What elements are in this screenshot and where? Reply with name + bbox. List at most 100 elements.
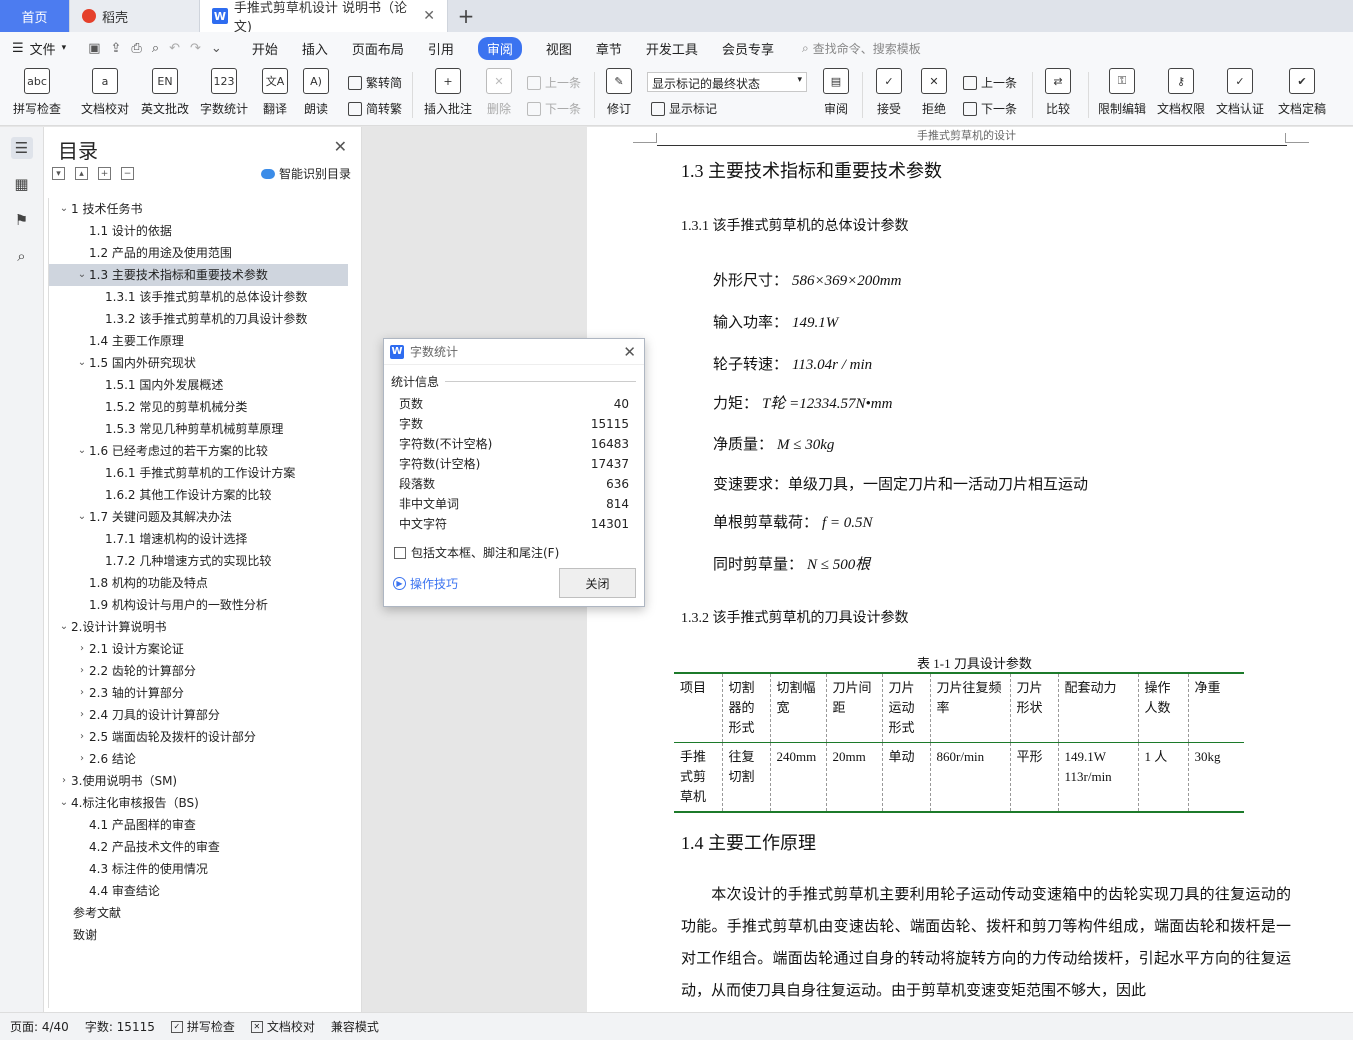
next-change-button[interactable]: 下一条	[963, 100, 1017, 117]
toc-item[interactable]: 1.5.1 国内外发展概述	[49, 374, 348, 396]
command-search[interactable]: ⌕ 查找命令、搜索模板	[802, 40, 921, 57]
toc-item[interactable]: 1.3.2 该手推式剪草机的刀具设计参数	[49, 308, 348, 330]
chevron-right-icon[interactable]: ›	[75, 638, 89, 660]
remove-heading-icon[interactable]: −	[121, 167, 134, 180]
more-icon[interactable]: ⌄	[211, 41, 222, 56]
chevron-right-icon[interactable]: ›	[75, 704, 89, 726]
toc-item[interactable]: › 3.使用说明书（SM)	[49, 770, 348, 792]
status-doc-proof[interactable]: ✕ 文档校对	[250, 1018, 315, 1035]
chevron-down-icon[interactable]: ⌄	[57, 198, 71, 220]
chevron-right-icon[interactable]: ›	[75, 682, 89, 704]
chevron-right-icon[interactable]: ›	[57, 770, 71, 792]
bookmark-icon[interactable]: ⚑	[11, 209, 33, 231]
print-icon[interactable]: ⎙	[131, 41, 141, 56]
page-indicator[interactable]: 页面: 4/40	[10, 1018, 69, 1035]
toc-item[interactable]: 1.5.3 常见几种剪草机械剪草原理	[49, 418, 348, 440]
toc-item[interactable]: 1.6.1 手推式剪草机的工作设计方案	[49, 462, 348, 484]
smart-toc-button[interactable]: 智能识别目录	[260, 165, 351, 182]
menu-references[interactable]: 引用	[428, 36, 454, 61]
include-textbox-checkbox[interactable]: 包括文本框、脚注和尾注(F)	[394, 544, 644, 561]
toc-item[interactable]: ⌄ 1.7 关键问题及其解决办法	[49, 506, 348, 528]
toc-item[interactable]: ⌄ 1.6 已经考虑过的若干方案的比较	[49, 440, 348, 462]
toc-item[interactable]: 4.1 产品图样的审查	[49, 814, 348, 836]
menu-review[interactable]: 审阅	[477, 36, 522, 60]
reject-button[interactable]: ✕ 拒绝	[903, 68, 965, 117]
tab-home[interactable]: 首页	[0, 0, 70, 32]
chevron-right-icon[interactable]: ›	[75, 748, 89, 770]
spell-check-button[interactable]: abc 拼写检查	[6, 68, 68, 117]
chapter-nav-icon[interactable]: ▦	[11, 173, 33, 195]
chevron-down-icon[interactable]: ⌄	[57, 616, 71, 638]
close-icon[interactable]: ✕	[334, 137, 347, 156]
track-changes-button[interactable]: ✎ 修订	[588, 68, 650, 117]
close-button[interactable]: 关闭	[559, 568, 636, 598]
previous-change-button[interactable]: 上一条	[963, 74, 1017, 91]
toc-item[interactable]: 1.1 设计的依据	[49, 220, 348, 242]
search-icon[interactable]: ⌕	[11, 245, 33, 267]
toc-item[interactable]: › 2.6 结论	[49, 748, 348, 770]
menu-developer[interactable]: 开发工具	[646, 36, 698, 61]
menu-view[interactable]: 视图	[546, 36, 572, 61]
toc-pane-icon[interactable]: ☰	[10, 137, 33, 159]
new-tab-button[interactable]: +	[448, 0, 484, 32]
toc-item[interactable]: 1.4 主要工作原理	[49, 330, 348, 352]
word-count-indicator[interactable]: 字数: 15115	[85, 1018, 155, 1035]
document-rights-button[interactable]: ⚷ 文档权限	[1150, 68, 1212, 117]
toc-item[interactable]: 4.3 标注件的使用情况	[49, 858, 348, 880]
next-comment-button[interactable]: 下一条	[527, 100, 581, 117]
chevron-down-icon[interactable]: ⌄	[75, 264, 89, 286]
compare-button[interactable]: ⇄ 比较	[1027, 68, 1089, 117]
expand-all-icon[interactable]: ▾	[52, 167, 65, 180]
chevron-down-icon[interactable]: ⌄	[75, 352, 89, 374]
read-aloud-button[interactable]: A) 朗读	[285, 68, 347, 117]
menu-insert[interactable]: 插入	[302, 36, 328, 61]
toc-item[interactable]: 4.4 审查结论	[49, 880, 348, 902]
toc-item[interactable]: › 2.5 端面齿轮及拨杆的设计部分	[49, 726, 348, 748]
toc-item[interactable]: ⌄ 2.设计计算说明书	[49, 616, 348, 638]
menu-page-layout[interactable]: 页面布局	[352, 36, 404, 61]
chevron-down-icon[interactable]: ⌄	[75, 506, 89, 528]
show-markup-button[interactable]: 显示标记	[651, 100, 717, 117]
dialog-titlebar[interactable]: W 字数统计 ✕	[384, 339, 644, 365]
chevron-right-icon[interactable]: ›	[75, 660, 89, 682]
tab-close-icon[interactable]: ✕	[423, 8, 435, 24]
toc-item[interactable]: 1.6.2 其他工作设计方案的比较	[49, 484, 348, 506]
toc-item[interactable]: 1.5.2 常见的剪草机械分类	[49, 396, 348, 418]
tips-link[interactable]: ▶ 操作技巧	[393, 575, 458, 592]
toc-item[interactable]: 1.8 机构的功能及特点	[49, 572, 348, 594]
menu-start[interactable]: 开始	[252, 36, 278, 61]
save-icon[interactable]: ▣	[88, 41, 100, 56]
delete-comment-button[interactable]: ✕ 删除	[468, 68, 530, 117]
toc-item[interactable]: 1.7.1 增速机构的设计选择	[49, 528, 348, 550]
print-preview-icon[interactable]: ⌕	[152, 41, 159, 56]
document-proof-button[interactable]: a 文档校对	[74, 68, 136, 117]
menu-section[interactable]: 章节	[596, 36, 622, 61]
toc-item[interactable]: › 2.4 刀具的设计计算部分	[49, 704, 348, 726]
toc-item[interactable]: 1.7.2 几种增速方式的实现比较	[49, 550, 348, 572]
toc-item[interactable]: 参考文献	[49, 902, 348, 924]
toc-item[interactable]: ⌄ 1 技术任务书	[49, 198, 348, 220]
toc-item[interactable]: › 2.3 轴的计算部分	[49, 682, 348, 704]
markup-state-select[interactable]: 显示标记的最终状态 ▾	[647, 72, 807, 92]
checkbox-box[interactable]	[394, 546, 406, 559]
english-correction-button[interactable]: EN 英文批改	[134, 68, 196, 117]
trad-to-simp-button[interactable]: 繁转简	[348, 74, 402, 91]
document-cert-button[interactable]: ✓ 文档认证	[1209, 68, 1271, 117]
restrict-editing-button[interactable]: ⚿ 限制编辑	[1091, 68, 1153, 117]
toc-item[interactable]: 1.9 机构设计与用户的一致性分析	[49, 594, 348, 616]
toc-item[interactable]: ⌄ 4.标注化审核报告（BS)	[49, 792, 348, 814]
toc-item[interactable]: › 2.2 齿轮的计算部分	[49, 660, 348, 682]
tab-document[interactable]: W 手推式剪草机设计 说明书（论文) ✕	[200, 0, 448, 35]
status-spell-check[interactable]: ✓ 拼写检查	[170, 1018, 235, 1035]
toc-item[interactable]: › 2.1 设计方案论证	[49, 638, 348, 660]
toc-item[interactable]: 1.2 产品的用途及使用范围	[49, 242, 348, 264]
menu-member[interactable]: 会员专享	[722, 36, 774, 61]
previous-comment-button[interactable]: 上一条	[527, 74, 581, 91]
add-heading-icon[interactable]: +	[98, 167, 111, 180]
document-page[interactable]: 手推式剪草机的设计 1.3 主要技术指标和重要技术参数 1.3.1 该手推式剪草…	[587, 127, 1353, 1012]
file-menu[interactable]: ☰ 文件 ▾	[12, 39, 66, 58]
export-icon[interactable]: ⇪	[111, 41, 122, 56]
toc-item[interactable]: ⌄ 1.3 主要技术指标和重要技术参数	[49, 264, 348, 286]
document-final-button[interactable]: ✔ 文档定稿	[1271, 68, 1333, 117]
toc-item[interactable]: ⌄ 1.5 国内外研究现状	[49, 352, 348, 374]
